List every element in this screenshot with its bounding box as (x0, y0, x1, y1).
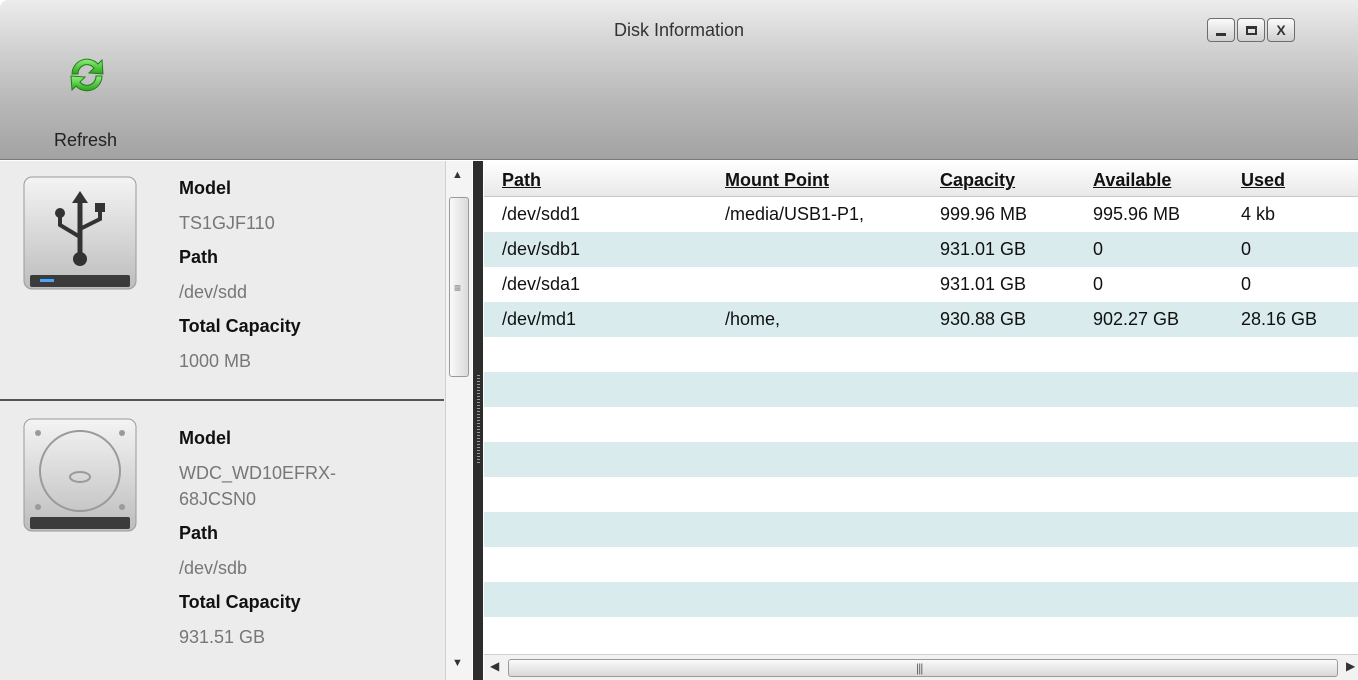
model-label: Model (179, 428, 231, 448)
refresh-button[interactable]: Refresh (50, 52, 142, 156)
cell-path: /dev/sdb1 (502, 239, 581, 259)
table-row[interactable]: /dev/sda1 931.01 GB 0 0 (484, 267, 1358, 302)
path-value: /dev/sdd (179, 282, 248, 302)
disk-information-window: Disk Information X Refresh Model TS1GJF1… (0, 0, 1358, 680)
empty-row (484, 512, 1358, 547)
model-value-line2: 68JCSN0 (179, 489, 257, 509)
grip-icon: ≡ (454, 281, 462, 295)
usb-drive-icon (23, 176, 137, 290)
path-value: /dev/sdb (179, 558, 248, 578)
table-row[interactable]: /dev/md1 /home, 930.88 GB 902.27 GB 28.1… (484, 302, 1358, 337)
empty-row (484, 372, 1358, 407)
column-header-path[interactable]: Path (502, 161, 541, 196)
cell-used: 0 (1241, 274, 1252, 294)
scroll-right-arrow-icon[interactable]: ▶ (1346, 659, 1355, 673)
cell-path: /dev/sda1 (502, 274, 581, 294)
cell-path: /dev/md1 (502, 309, 577, 329)
cell-available: 0 (1093, 274, 1104, 294)
maximize-icon (1245, 25, 1257, 35)
capacity-value: 931.51 GB (179, 627, 266, 647)
minimize-button[interactable] (1207, 18, 1235, 42)
capacity-label: Total Capacity (179, 316, 301, 336)
model-value: TS1GJF110 (179, 213, 275, 233)
cell-mount-point: /media/USB1-P1, (725, 204, 865, 224)
cell-available: 902.27 GB (1093, 309, 1180, 329)
scroll-left-arrow-icon[interactable]: ◀ (490, 659, 499, 673)
cell-capacity: 931.01 GB (940, 274, 1027, 294)
maximize-button[interactable] (1237, 18, 1265, 42)
capacity-label: Total Capacity (179, 592, 301, 612)
cell-path: /dev/sdd1 (502, 204, 581, 224)
cell-available: 995.96 MB (1093, 204, 1181, 224)
disk-item-hdd[interactable]: Model WDC_WD10EFRX- 68JCSN0 Path /dev/sd… (0, 405, 444, 680)
path-label: Path (179, 247, 219, 267)
empty-row (484, 337, 1358, 372)
model-value: WDC_WD10EFRX- 68JCSN0 (179, 456, 336, 516)
scrollbar-thumb[interactable]: ≡ (449, 197, 469, 377)
cell-capacity: 930.88 GB (940, 309, 1027, 329)
cell-capacity: 999.96 MB (940, 204, 1028, 224)
empty-row (484, 582, 1358, 617)
empty-row (484, 477, 1358, 512)
disk-list-scrollbar[interactable]: ▲ ≡ ▼ (445, 161, 472, 680)
disk-item-usb[interactable]: Model TS1GJF110 Path /dev/sdd Total Capa… (0, 161, 444, 401)
empty-row (484, 547, 1358, 582)
close-button[interactable]: X (1267, 18, 1295, 42)
cell-used: 0 (1241, 239, 1252, 259)
cell-used: 4 kb (1241, 204, 1276, 224)
refresh-label: Refresh (54, 130, 118, 150)
table-horizontal-scrollbar[interactable]: ◀ ||| ▶ (484, 654, 1358, 680)
horizontal-scrollbar-thumb[interactable]: ||| (508, 659, 1338, 677)
cell-used: 28.16 GB (1241, 309, 1318, 329)
disk-info: Model WDC_WD10EFRX- 68JCSN0 Path /dev/sd… (179, 421, 336, 654)
column-header-mount-point[interactable]: Mount Point (725, 161, 829, 196)
disk-list-panel: Model TS1GJF110 Path /dev/sdd Total Capa… (0, 161, 472, 680)
model-label: Model (179, 178, 231, 198)
cell-mount-point: /home, (725, 309, 781, 329)
hard-disk-icon (23, 418, 137, 532)
cell-available: 0 (1093, 239, 1104, 259)
table-row[interactable]: /dev/sdd1 /media/USB1-P1, 999.96 MB 995.… (484, 197, 1358, 232)
splitter-grip-icon (477, 375, 480, 465)
empty-row (484, 617, 1358, 652)
title-toolbar-bar: Disk Information X Refresh (0, 0, 1358, 160)
cell-capacity: 931.01 GB (940, 239, 1027, 259)
column-header-used[interactable]: Used (1241, 161, 1285, 196)
grip-icon: ||| (916, 661, 923, 675)
scroll-up-arrow-icon[interactable]: ▲ (452, 169, 463, 181)
refresh-icon (70, 58, 104, 92)
window-title: Disk Information (613, 20, 745, 40)
empty-row (484, 407, 1358, 442)
empty-row (484, 442, 1358, 477)
table-row[interactable]: /dev/sdb1 931.01 GB 0 0 (484, 232, 1358, 267)
model-value-line1: WDC_WD10EFRX- (179, 463, 337, 483)
column-header-available[interactable]: Available (1093, 161, 1171, 196)
path-label: Path (179, 523, 219, 543)
window-controls: X (1207, 18, 1295, 42)
table-header: Path Mount Point Capacity Available Used (484, 161, 1358, 197)
minimize-icon (1216, 32, 1226, 36)
column-header-capacity[interactable]: Capacity (940, 161, 1015, 196)
disk-info: Model TS1GJF110 Path /dev/sdd Total Capa… (179, 171, 301, 378)
scroll-down-arrow-icon[interactable]: ▼ (452, 657, 463, 669)
close-icon: X (1276, 22, 1286, 38)
disk-list: Model TS1GJF110 Path /dev/sdd Total Capa… (0, 161, 444, 680)
capacity-value: 1000 MB (179, 351, 252, 371)
partition-table: Path Mount Point Capacity Available Used… (484, 161, 1358, 654)
